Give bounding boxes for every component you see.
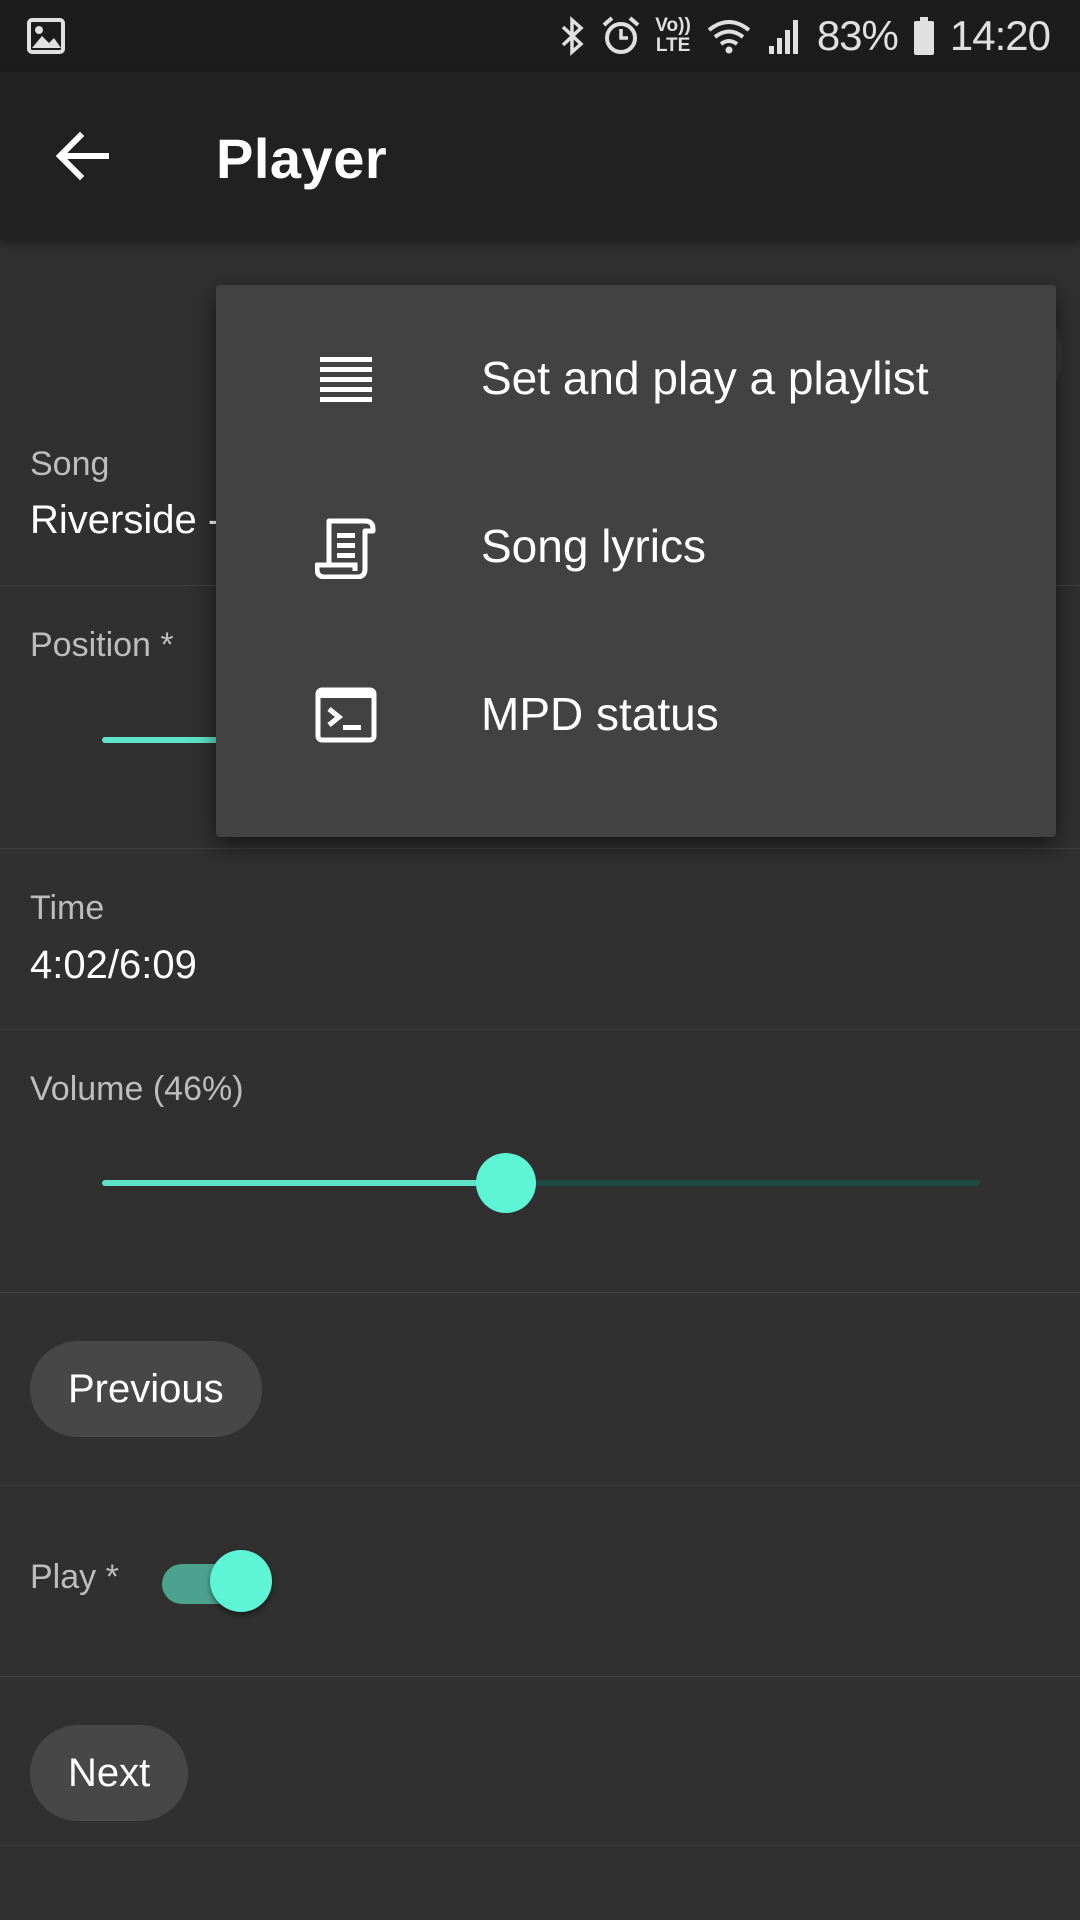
back-button[interactable] [46, 120, 118, 192]
lyrics-icon [312, 513, 380, 581]
next-row: Next [0, 1677, 1080, 1846]
volume-slider[interactable] [102, 1153, 980, 1213]
previous-button[interactable]: Previous [30, 1341, 262, 1437]
song-value: Riverside - [30, 498, 222, 542]
app-toolbar: Player [0, 72, 1080, 240]
position-label: Position * [30, 626, 174, 664]
page-title: Player [216, 127, 388, 190]
menu-item-label: Song lyrics [481, 520, 706, 572]
lte-label: LTE [655, 35, 691, 56]
play-switch[interactable] [162, 1550, 272, 1614]
menu-item-mpd-status[interactable]: MPD status [216, 631, 1056, 799]
playlist-icon [312, 345, 380, 413]
clock: 14:20 [949, 12, 1051, 59]
menu-item-playlist[interactable]: Set and play a playlist [216, 295, 1056, 463]
play-row: Play * [0, 1486, 1080, 1677]
song-label: Song [30, 445, 110, 483]
arrow-back-icon [55, 131, 109, 181]
wifi-icon [705, 16, 753, 56]
play-label: Play * [30, 1558, 119, 1596]
overflow-menu: Set and play a playlist Song lyrics MPD … [216, 285, 1056, 837]
menu-item-label: Set and play a playlist [481, 352, 929, 404]
volume-slider-fill [102, 1180, 506, 1186]
gallery-notification-icon [26, 16, 66, 66]
time-row: Time 4:02/6:09 [0, 849, 1080, 1030]
volume-label: Volume (46%) [30, 1070, 244, 1108]
volume-row: Volume (46%) [0, 1030, 1080, 1293]
status-bar: Vo)) LTE 83% 14:20 [0, 0, 1080, 72]
volume-slider-thumb[interactable] [475, 1153, 536, 1213]
menu-item-label: MPD status [481, 688, 719, 740]
play-switch-knob [210, 1550, 272, 1612]
terminal-icon [312, 681, 380, 749]
bluetooth-icon [559, 15, 587, 57]
time-value: 4:02/6:09 [30, 943, 197, 987]
alarm-icon [601, 15, 641, 57]
volte-icon: Vo)) LTE [655, 16, 691, 56]
signal-icon [767, 16, 803, 56]
menu-item-lyrics[interactable]: Song lyrics [216, 463, 1056, 631]
battery-percent: 83% [816, 12, 899, 59]
next-button[interactable]: Next [30, 1725, 189, 1821]
battery-icon [912, 15, 936, 57]
time-label: Time [30, 889, 105, 927]
previous-row: Previous [0, 1293, 1080, 1486]
volte-label: Vo)) [655, 15, 691, 36]
